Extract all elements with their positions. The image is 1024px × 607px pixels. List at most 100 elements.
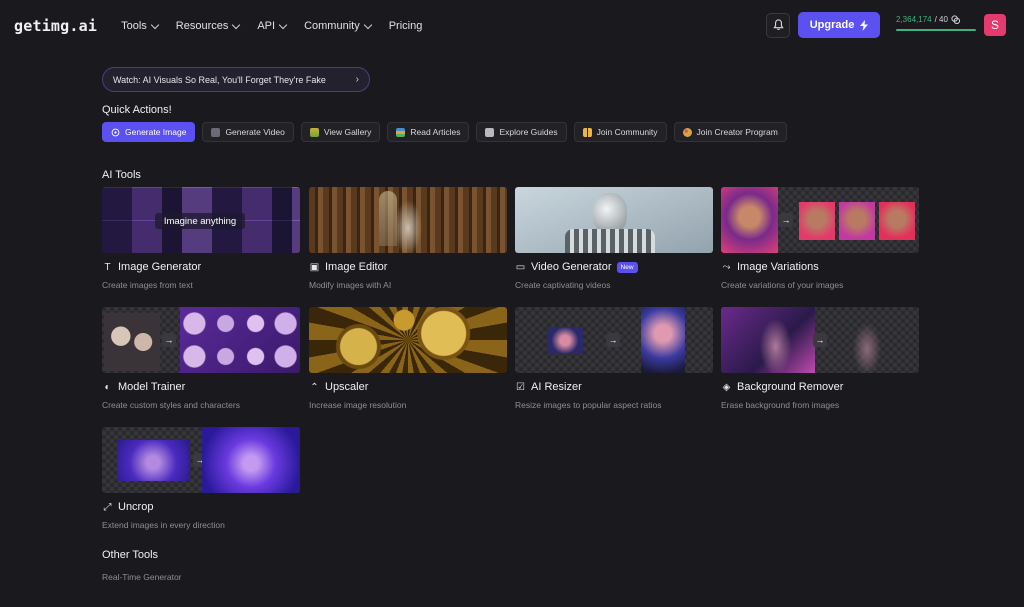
tool-card-background-remover[interactable]: → ◈ Background Remover Erase background … <box>721 307 919 410</box>
new-badge: New <box>616 261 638 273</box>
tool-name: Image Variations <box>737 261 819 273</box>
logo[interactable]: getimg.ai <box>14 17 97 35</box>
tool-description: Resize images to popular aspect ratios <box>515 400 662 410</box>
tool-card-video-generator[interactable]: ▭ Video Generator New Create captivating… <box>515 187 713 290</box>
avatar[interactable]: S <box>984 14 1006 36</box>
variations-icon: ⤳ <box>722 261 731 273</box>
quick-actions-title: Quick Actions! <box>102 104 172 116</box>
generate-image-button[interactable]: Generate Image <box>102 122 196 142</box>
credits-value: 2,364,174 <box>896 15 932 24</box>
qa-label: Generate Image <box>125 127 187 137</box>
chevron-right-icon: › <box>355 74 359 85</box>
quick-actions-row: Generate Image Generate Video View Galle… <box>102 122 787 142</box>
tool-description: Create custom styles and characters <box>102 400 240 410</box>
tool-name: Uncrop <box>118 501 154 513</box>
nav-tools[interactable]: Tools <box>121 20 160 32</box>
tool-name: Image Generator <box>118 261 202 273</box>
people-icon <box>582 127 592 137</box>
upscaler-thumbnail <box>309 307 507 373</box>
tool-name: Video Generator <box>531 261 612 273</box>
guide-icon <box>485 127 495 137</box>
tool-description: Erase background from images <box>721 400 840 410</box>
imagine-anything-overlay: Imagine anything <box>155 213 245 229</box>
text-icon: T <box>104 261 111 273</box>
read-articles-button[interactable]: Read Articles <box>387 122 470 142</box>
upgrade-label: Upgrade <box>809 19 855 31</box>
arrow-right-icon: → <box>813 333 827 347</box>
main-nav: Tools Resources API Community Pricing <box>121 20 422 32</box>
nav-community[interactable]: Community <box>304 20 372 32</box>
lightning-icon <box>860 19 869 31</box>
tool-card-image-generator[interactable]: Imagine anything T Image Generator Creat… <box>102 187 300 290</box>
tool-card-image-variations[interactable]: → ⤳ Image Variations Create variations o… <box>721 187 919 290</box>
model-trainer-icon: ◐ <box>104 381 111 393</box>
image-generator-thumbnail: Imagine anything <box>102 187 300 253</box>
bell-icon <box>772 19 784 30</box>
qa-label: Join Creator Program <box>696 127 778 137</box>
palette-icon <box>682 127 692 137</box>
header-actions: Upgrade 2,364,174 / 40 S <box>766 12 1006 38</box>
chevron-down-icon <box>278 20 288 29</box>
video-camera-icon: ▭ <box>515 261 526 273</box>
expand-icon: ⤢ <box>103 501 112 513</box>
view-gallery-button[interactable]: View Gallery <box>300 122 381 142</box>
tool-description: Create images from text <box>102 280 193 290</box>
generate-video-button[interactable]: Generate Video <box>202 122 294 142</box>
announcement-banner[interactable]: Watch: AI Visuals So Real, You'll Forget… <box>102 67 370 92</box>
explore-guides-button[interactable]: Explore Guides <box>476 122 567 142</box>
tool-name: Model Trainer <box>118 381 186 393</box>
tool-card-upscaler[interactable]: ⌃ Upscaler Increase image resolution <box>309 307 507 410</box>
qa-label: Read Articles <box>410 127 461 137</box>
model-trainer-thumbnail: → <box>102 307 300 373</box>
tool-description: Modify images with AI <box>309 280 392 290</box>
credits-total: / 40 <box>934 15 948 24</box>
chevron-down-icon <box>232 20 241 29</box>
upgrade-button[interactable]: Upgrade <box>798 12 880 38</box>
nav-label: Tools <box>121 20 147 32</box>
chevron-down-icon <box>363 20 372 29</box>
tool-card-model-trainer[interactable]: → ◐ Model Trainer Create custom styles a… <box>102 307 300 410</box>
arrow-right-icon: → <box>779 213 793 227</box>
arrow-right-icon: → <box>606 333 620 347</box>
nav-pricing[interactable]: Pricing <box>389 20 423 32</box>
layers-icon: ◈ <box>722 381 731 393</box>
tool-description: Extend images in every direction <box>102 520 225 530</box>
uncrop-thumbnail: → <box>102 427 300 493</box>
other-tools-title: Other Tools <box>102 549 159 561</box>
coins-icon <box>951 15 960 24</box>
image-variations-thumbnail: → <box>721 187 919 253</box>
real-time-generator-link[interactable]: Real-Time Generator <box>102 572 182 582</box>
image-edit-icon: ▣ <box>309 261 320 273</box>
background-remover-thumbnail: → <box>721 307 919 373</box>
nav-label: Pricing <box>388 20 423 32</box>
join-community-button[interactable]: Join Community <box>573 122 667 142</box>
chevron-down-icon <box>150 20 160 29</box>
credits-meter[interactable]: 2,364,174 / 40 <box>896 15 976 31</box>
nav-api[interactable]: API <box>257 20 288 32</box>
nav-label: Resources <box>175 20 229 32</box>
join-creator-program-button[interactable]: Join Creator Program <box>673 122 787 142</box>
sparkle-icon <box>111 128 120 136</box>
nav-label: Community <box>304 20 360 32</box>
nav-label: API <box>257 20 276 32</box>
tool-card-ai-resizer[interactable]: → ☑ AI Resizer Resize images to popular … <box>515 307 713 410</box>
nav-resources[interactable]: Resources <box>175 20 241 32</box>
book-icon <box>396 127 406 137</box>
tool-card-uncrop[interactable]: → ⤢ Uncrop Extend images in every direct… <box>102 427 300 530</box>
tool-name: Image Editor <box>325 261 388 273</box>
gallery-icon <box>309 127 319 137</box>
upscale-icon: ⌃ <box>310 381 319 393</box>
arrow-right-icon: → <box>162 333 176 347</box>
tool-name: Background Remover <box>737 381 844 393</box>
tool-description: Increase image resolution <box>309 400 407 410</box>
ai-resizer-thumbnail: → <box>515 307 713 373</box>
tool-description: Create variations of your images <box>721 280 844 290</box>
image-editor-thumbnail <box>309 187 507 253</box>
announcement-text: Watch: AI Visuals So Real, You'll Forget… <box>113 74 326 85</box>
tool-description: Create captivating videos <box>515 280 611 290</box>
qa-label: Explore Guides <box>499 127 558 137</box>
notifications-button[interactable] <box>766 12 790 38</box>
tool-card-image-editor[interactable]: ▣ Image Editor Modify images with AI <box>309 187 507 290</box>
video-icon <box>211 127 221 137</box>
video-generator-thumbnail <box>515 187 713 253</box>
